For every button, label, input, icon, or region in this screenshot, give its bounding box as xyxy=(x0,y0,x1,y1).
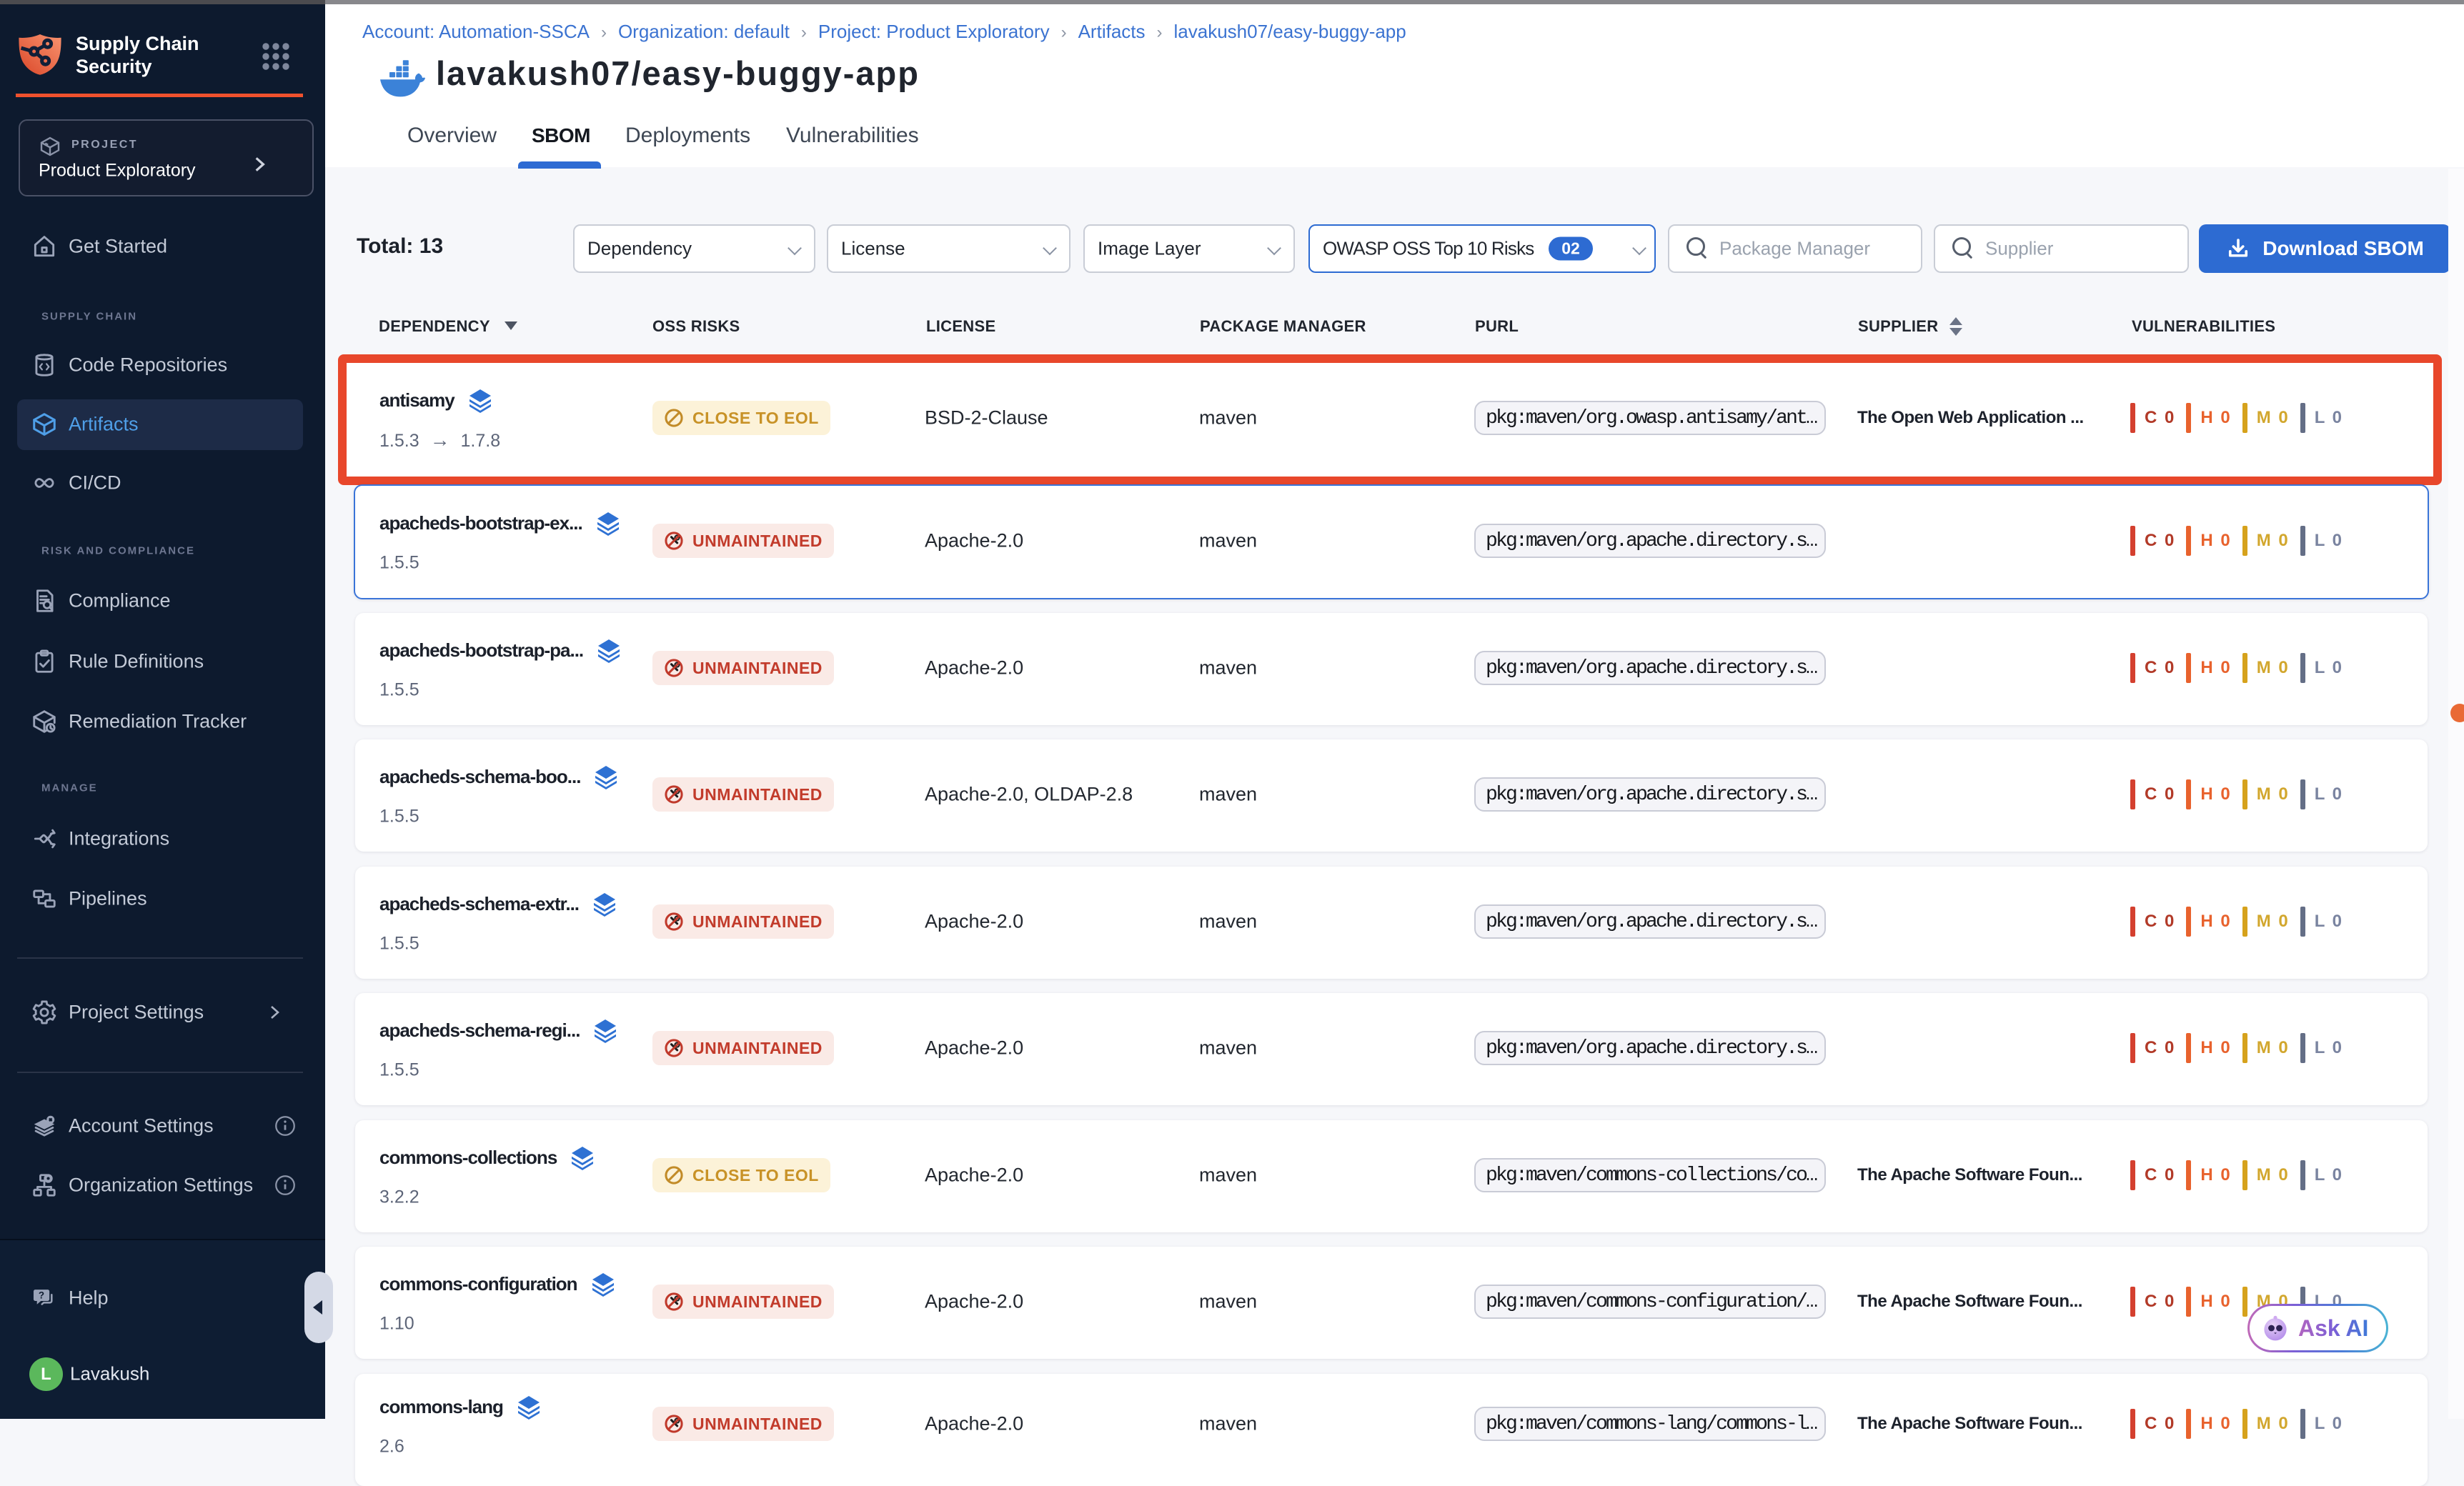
svg-text:?: ? xyxy=(39,1290,44,1300)
